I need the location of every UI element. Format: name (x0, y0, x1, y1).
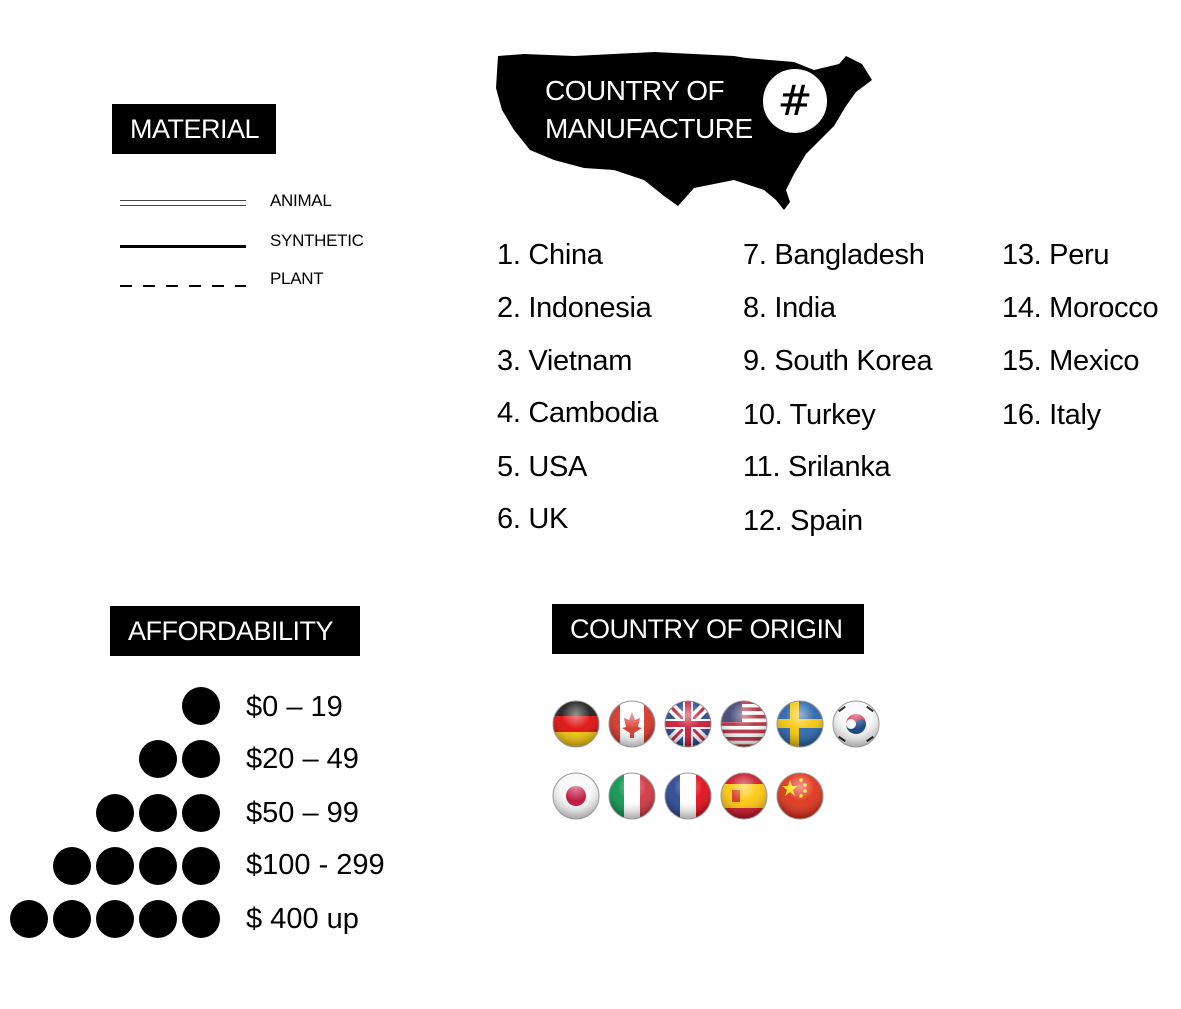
price-dot (182, 740, 220, 778)
country-item: 11. Srilanka (743, 451, 891, 483)
origin-title: COUNTRY OF ORIGIN (552, 604, 864, 654)
price-dot (182, 847, 220, 885)
affordability-title: AFFORDABILITY (110, 606, 360, 656)
price-tier-label: $ 400 up (246, 903, 359, 935)
country-item: 8. India (743, 292, 836, 324)
usa-flag-icon (720, 700, 768, 748)
manufacture-title-line2: MANUFACTURE (545, 113, 753, 144)
germany-flag-icon (552, 700, 600, 748)
country-item: 9. South Korea (743, 345, 933, 377)
price-dot (139, 900, 177, 938)
country-item: 5. USA (497, 451, 588, 483)
country-item: 3. Vietnam (497, 345, 633, 377)
country-item: 14. Morocco (1002, 292, 1159, 324)
material-title: MATERIAL (112, 104, 276, 154)
uk-flag-icon (664, 700, 712, 748)
country-item: 1. China (497, 239, 603, 271)
spain-flag-icon (720, 772, 768, 820)
animal-legend-label: ANIMAL (270, 191, 332, 210)
china-flag-icon (776, 772, 824, 820)
manufacture-title-line1: COUNTRY OF (545, 75, 725, 106)
country-item: 12. Spain (743, 505, 863, 537)
price-dot (53, 900, 91, 938)
price-dot (96, 847, 134, 885)
synthetic-legend-label: SYNTHETIC (270, 231, 364, 250)
synthetic-line-legend (120, 245, 246, 248)
price-tier-label: $100 - 299 (246, 849, 385, 881)
manufacture-title: COUNTRY OF MANUFACTURE (545, 72, 753, 148)
country-item: 16. Italy (1002, 399, 1101, 431)
country-item: 4. Cambodia (497, 397, 659, 429)
country-item: 13. Peru (1002, 239, 1110, 271)
price-dot (182, 794, 220, 832)
price-dot (139, 794, 177, 832)
italy-flag-icon (608, 772, 656, 820)
canada-flag-icon (608, 700, 656, 748)
france-flag-icon (664, 772, 712, 820)
country-item: 10. Turkey (743, 399, 876, 431)
price-tier-label: $20 – 49 (246, 743, 359, 775)
south-korea-flag-icon (832, 700, 880, 748)
price-dot (139, 740, 177, 778)
country-item: 6. UK (497, 503, 569, 535)
japan-flag-icon (552, 772, 600, 820)
price-tier-3-dots (96, 794, 220, 832)
price-tier-5-dots (10, 900, 220, 938)
plant-line-legend (120, 285, 246, 287)
sweden-flag-icon (776, 700, 824, 748)
country-item: 7. Bangladesh (743, 239, 925, 271)
price-dot (10, 900, 48, 938)
price-dot (182, 687, 220, 725)
price-tier-1-dots (182, 687, 220, 725)
price-tier-label: $0 – 19 (246, 691, 343, 723)
price-dot (96, 900, 134, 938)
price-tier-label: $50 – 99 (246, 797, 359, 829)
plant-legend-label: PLANT (270, 269, 324, 288)
price-tier-2-dots (139, 740, 220, 778)
price-dot (182, 900, 220, 938)
hash-symbol: # (777, 76, 813, 125)
price-dot (53, 847, 91, 885)
country-item: 15. Mexico (1002, 345, 1140, 377)
price-dot (139, 847, 177, 885)
country-item: 2. Indonesia (497, 292, 652, 324)
number-badge: # (760, 66, 830, 136)
price-tier-4-dots (53, 847, 220, 885)
price-dot (96, 794, 134, 832)
